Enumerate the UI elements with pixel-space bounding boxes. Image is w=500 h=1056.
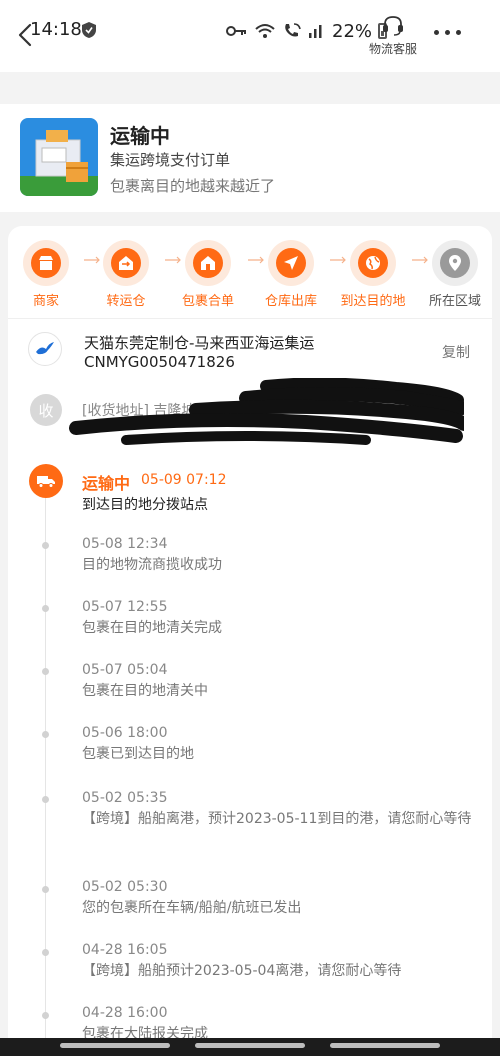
step-arrived-destination: 到达目的地	[337, 240, 409, 309]
paper-plane-icon	[284, 256, 298, 270]
shipment-status-title: 运输中	[110, 124, 170, 148]
customer-service-label: 物流客服	[368, 42, 417, 56]
key-icon	[226, 26, 246, 36]
event-time: 05-02 05:30	[82, 879, 168, 895]
event-time: 04-28 16:05	[82, 942, 168, 958]
clock: 14:18	[30, 19, 82, 40]
shipment-summary-card: 运输中 集运跨境支付订单 包裹离目的地越来越近了	[0, 104, 500, 212]
step-label: 所在区域	[428, 294, 481, 309]
event-desc: 目的地物流商揽收成功	[82, 557, 222, 573]
timeline-dot	[42, 668, 49, 675]
event-time: 05-08 12:34	[82, 536, 168, 552]
timeline-dot	[42, 605, 49, 612]
system-nav-bar	[0, 1038, 500, 1056]
warehouse-icon	[201, 256, 215, 270]
step-label: 到达目的地	[340, 294, 406, 309]
carrier-name: 天猫东莞定制仓-马来西亚海运集运	[84, 334, 315, 352]
headset-icon	[383, 16, 403, 36]
current-event-marker	[29, 464, 63, 498]
current-event-desc: 到达目的地分拨站点	[82, 497, 208, 513]
redaction-scribble	[69, 378, 464, 445]
event-desc: 包裹在目的地清关中	[82, 683, 208, 699]
event-desc: 您的包裹所在车辆/船舶/航班已发出	[82, 900, 302, 916]
carrier-logo	[28, 332, 62, 366]
package-illustration	[20, 118, 98, 196]
event-desc: 包裹已到达目的地	[82, 746, 194, 762]
timeline-dot	[42, 796, 49, 803]
status-bar: 14:18 22% 物流客服	[0, 0, 500, 72]
nav-handle[interactable]	[60, 1043, 170, 1048]
status-message: 包裹离目的地越来越近了	[110, 177, 276, 195]
step-label: 转运仓	[106, 294, 146, 309]
dot-icon	[456, 30, 461, 35]
system-icons: 22%	[226, 19, 388, 43]
tracking-number: CNMYG0050471826	[84, 353, 235, 371]
customer-service-button[interactable]: 物流客服	[366, 14, 420, 57]
step-label: 仓库出库	[264, 294, 317, 309]
wifi-icon	[255, 24, 275, 38]
step-transfer-warehouse: 转运仓	[90, 240, 162, 309]
current-event-status: 运输中	[82, 474, 131, 493]
tracking-card: 商家 转运仓 包裹合单 仓库出库 到达目的地 所在区域 天猫东莞定制仓-马来西亚…	[8, 226, 492, 1056]
step-package-merge: 包裹合单	[172, 240, 244, 309]
timeline-dot	[42, 1012, 49, 1019]
event-time: 04-28 16:00	[82, 1005, 168, 1021]
timeline-line	[45, 496, 46, 1056]
shield-icon	[82, 22, 96, 38]
copy-tracking-button[interactable]: 复制	[442, 342, 470, 362]
truck-icon	[37, 476, 55, 488]
event-desc: 【跨境】船舶预计2023-05-04离港，请您耐心等待	[82, 963, 402, 979]
dot-icon	[445, 30, 450, 35]
timeline-dot	[42, 542, 49, 549]
order-type: 集运跨境支付订单	[110, 151, 231, 169]
event-time: 05-07 12:55	[82, 599, 168, 615]
current-event-time: 05-09 07:12	[141, 472, 227, 488]
event-desc: 【跨境】船舶离港，预计2023-05-11到目的港，请您耐心等待	[82, 811, 472, 827]
more-options-button[interactable]	[434, 30, 464, 40]
transfer-icon	[119, 256, 133, 270]
event-desc: 包裹在目的地清关完成	[82, 620, 222, 636]
dot-icon	[434, 30, 439, 35]
store-icon	[39, 256, 53, 270]
timeline-dot	[42, 949, 49, 956]
nav-handle[interactable]	[330, 1043, 440, 1048]
step-merchant: 商家	[10, 240, 82, 309]
wifi-call-icon	[285, 23, 301, 37]
location-pin-icon	[449, 255, 461, 271]
nav-handle[interactable]	[195, 1043, 305, 1048]
event-time: 05-07 05:04	[82, 662, 168, 678]
carrier-bird-icon	[36, 342, 54, 355]
step-current-region: 所在区域	[419, 240, 491, 309]
event-time: 05-02 05:35	[82, 790, 168, 806]
signal-icon	[309, 25, 322, 38]
step-label: 商家	[32, 294, 59, 309]
timeline-dot	[42, 731, 49, 738]
globe-icon	[366, 256, 380, 270]
step-label: 包裹合单	[181, 294, 234, 309]
step-warehouse-outbound: 仓库出库	[255, 240, 327, 309]
address-badge: 收	[30, 394, 62, 426]
event-time: 05-06 18:00	[82, 725, 168, 741]
timeline-dot	[42, 886, 49, 893]
divider	[8, 318, 492, 319]
